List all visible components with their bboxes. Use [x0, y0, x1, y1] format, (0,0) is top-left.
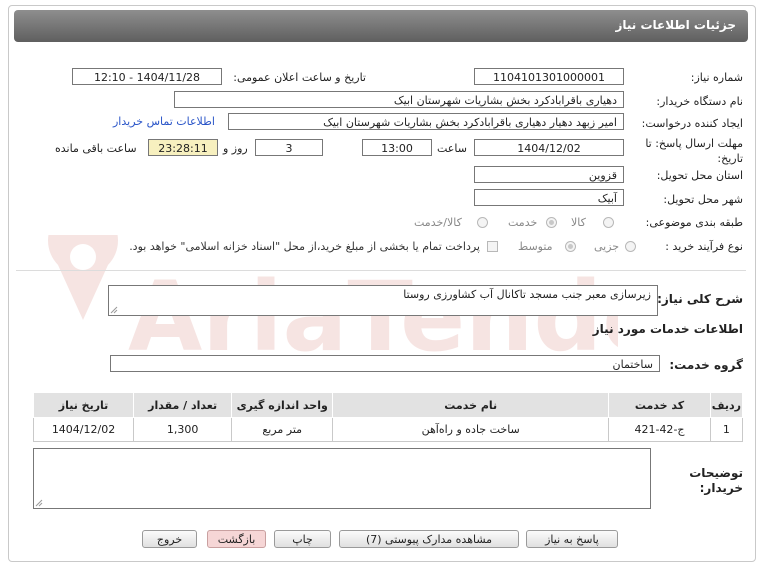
- table-row[interactable]: 1 ج-42-421 ساخت جاده و راه‌آهن متر مربع …: [32, 417, 744, 442]
- buyer-org-label: نام دستگاه خریدار:: [656, 95, 743, 108]
- column-header-unit: واحد اندازه گیری: [231, 392, 334, 418]
- deadline-time-field: 13:00: [362, 139, 432, 156]
- purchase-option-minor: جزیی: [594, 240, 620, 253]
- cell-service-code: ج-42-421: [608, 417, 711, 442]
- page-title: جزئیات اطلاعات نیاز: [615, 18, 736, 32]
- column-header-service-code: کد خدمت: [608, 392, 711, 418]
- deadline-date-field: 1404/12/02: [474, 139, 624, 156]
- province-label: استان محل تحویل:: [656, 169, 743, 182]
- services-table: ردیف کد خدمت نام خدمت واحد اندازه گیری ت…: [32, 392, 744, 442]
- category-option-goods-service: کالا/خدمت: [414, 216, 462, 229]
- view-attachments-button[interactable]: مشاهده مدارک پیوستی (7): [339, 530, 519, 548]
- remaining-time-field: 23:28:11: [148, 139, 218, 156]
- column-header-quantity: تعداد / مقدار: [133, 392, 233, 418]
- resize-handle-icon[interactable]: [110, 306, 118, 314]
- print-button[interactable]: چاپ: [274, 530, 331, 548]
- buyer-notes-label-line2: خریدار:: [699, 481, 743, 495]
- deadline-time-label: ساعت: [437, 142, 467, 155]
- reply-button[interactable]: پاسخ به نیاز: [526, 530, 618, 548]
- category-option-service: خدمت: [508, 216, 538, 229]
- remaining-days-field: 3: [255, 139, 323, 156]
- buyer-org-field: دهیاری باقرابادکرد بخش بشاریات شهرستان ا…: [174, 91, 624, 108]
- column-header-service-name: نام خدمت: [332, 392, 610, 418]
- requester-field: امیر زبهد دهیار دهیاری باقرابادکرد بخش ب…: [228, 113, 624, 130]
- buyer-notes-label-line1: توضیحات: [689, 466, 743, 480]
- service-group-field: ساختمان: [110, 355, 660, 372]
- table-header-row: ردیف کد خدمت نام خدمت واحد اندازه گیری ت…: [32, 392, 744, 418]
- cell-row-number: 1: [709, 417, 744, 442]
- summary-label: شرح کلی نیاز:: [657, 292, 743, 306]
- service-group-label: گروه خدمت:: [669, 358, 743, 372]
- column-header-need-date: تاریخ نیاز: [32, 392, 135, 418]
- summary-textarea[interactable]: زیرسازی معبر جنب مسجد تاکانال آب کشاورزی…: [108, 285, 658, 316]
- treasury-payment-checkbox[interactable]: [487, 241, 498, 252]
- purchase-radio-minor[interactable]: [625, 241, 636, 252]
- title-bar: جزئیات اطلاعات نیاز: [14, 10, 748, 42]
- treasury-payment-note: پرداخت تمام یا بخشی از مبلغ خرید،از محل …: [129, 240, 480, 253]
- back-button[interactable]: بازگشت: [207, 530, 266, 548]
- exit-button[interactable]: خروج: [142, 530, 197, 548]
- resize-handle-icon[interactable]: [35, 499, 43, 507]
- need-number-field: 1104101301000001: [474, 68, 624, 85]
- purchase-type-label: نوع فرآیند خرید :: [665, 240, 743, 253]
- cell-quantity: 1,300: [133, 417, 233, 442]
- divider: [16, 270, 746, 271]
- category-radio-goods-service[interactable]: [477, 217, 488, 228]
- announce-datetime-label: تاریخ و ساعت اعلان عمومی:: [233, 71, 366, 84]
- city-field: آبیک: [474, 189, 624, 206]
- category-label: طبقه بندی موضوعی:: [645, 216, 743, 229]
- purchase-option-medium: متوسط: [518, 240, 553, 253]
- deadline-label: مهلت ارسال پاسخ: تا تاریخ:: [645, 137, 743, 165]
- cell-unit: متر مربع: [231, 417, 334, 442]
- buyer-contact-link[interactable]: اطلاعات تماس خریدار: [113, 115, 215, 128]
- services-heading: اطلاعات خدمات مورد نیاز: [592, 322, 743, 336]
- need-number-label: شماره نیاز:: [690, 71, 743, 84]
- requester-label: ایجاد کننده درخواست:: [641, 117, 743, 130]
- column-header-row-number: ردیف: [709, 392, 744, 418]
- cell-need-date: 1404/12/02: [32, 417, 135, 442]
- buyer-notes-textarea[interactable]: [33, 448, 651, 509]
- remaining-days-label: روز و: [223, 142, 248, 155]
- purchase-radio-medium[interactable]: [565, 241, 576, 252]
- cell-service-name: ساخت جاده و راه‌آهن: [332, 417, 610, 442]
- remaining-time-label: ساعت باقی مانده: [55, 142, 137, 155]
- category-radio-goods[interactable]: [603, 217, 614, 228]
- city-label: شهر محل تحویل:: [663, 193, 743, 206]
- announce-datetime-field: 1404/11/28 - 12:10: [72, 68, 222, 85]
- province-field: قزوین: [474, 166, 624, 183]
- category-option-goods: کالا: [571, 216, 586, 229]
- category-radio-service[interactable]: [546, 217, 557, 228]
